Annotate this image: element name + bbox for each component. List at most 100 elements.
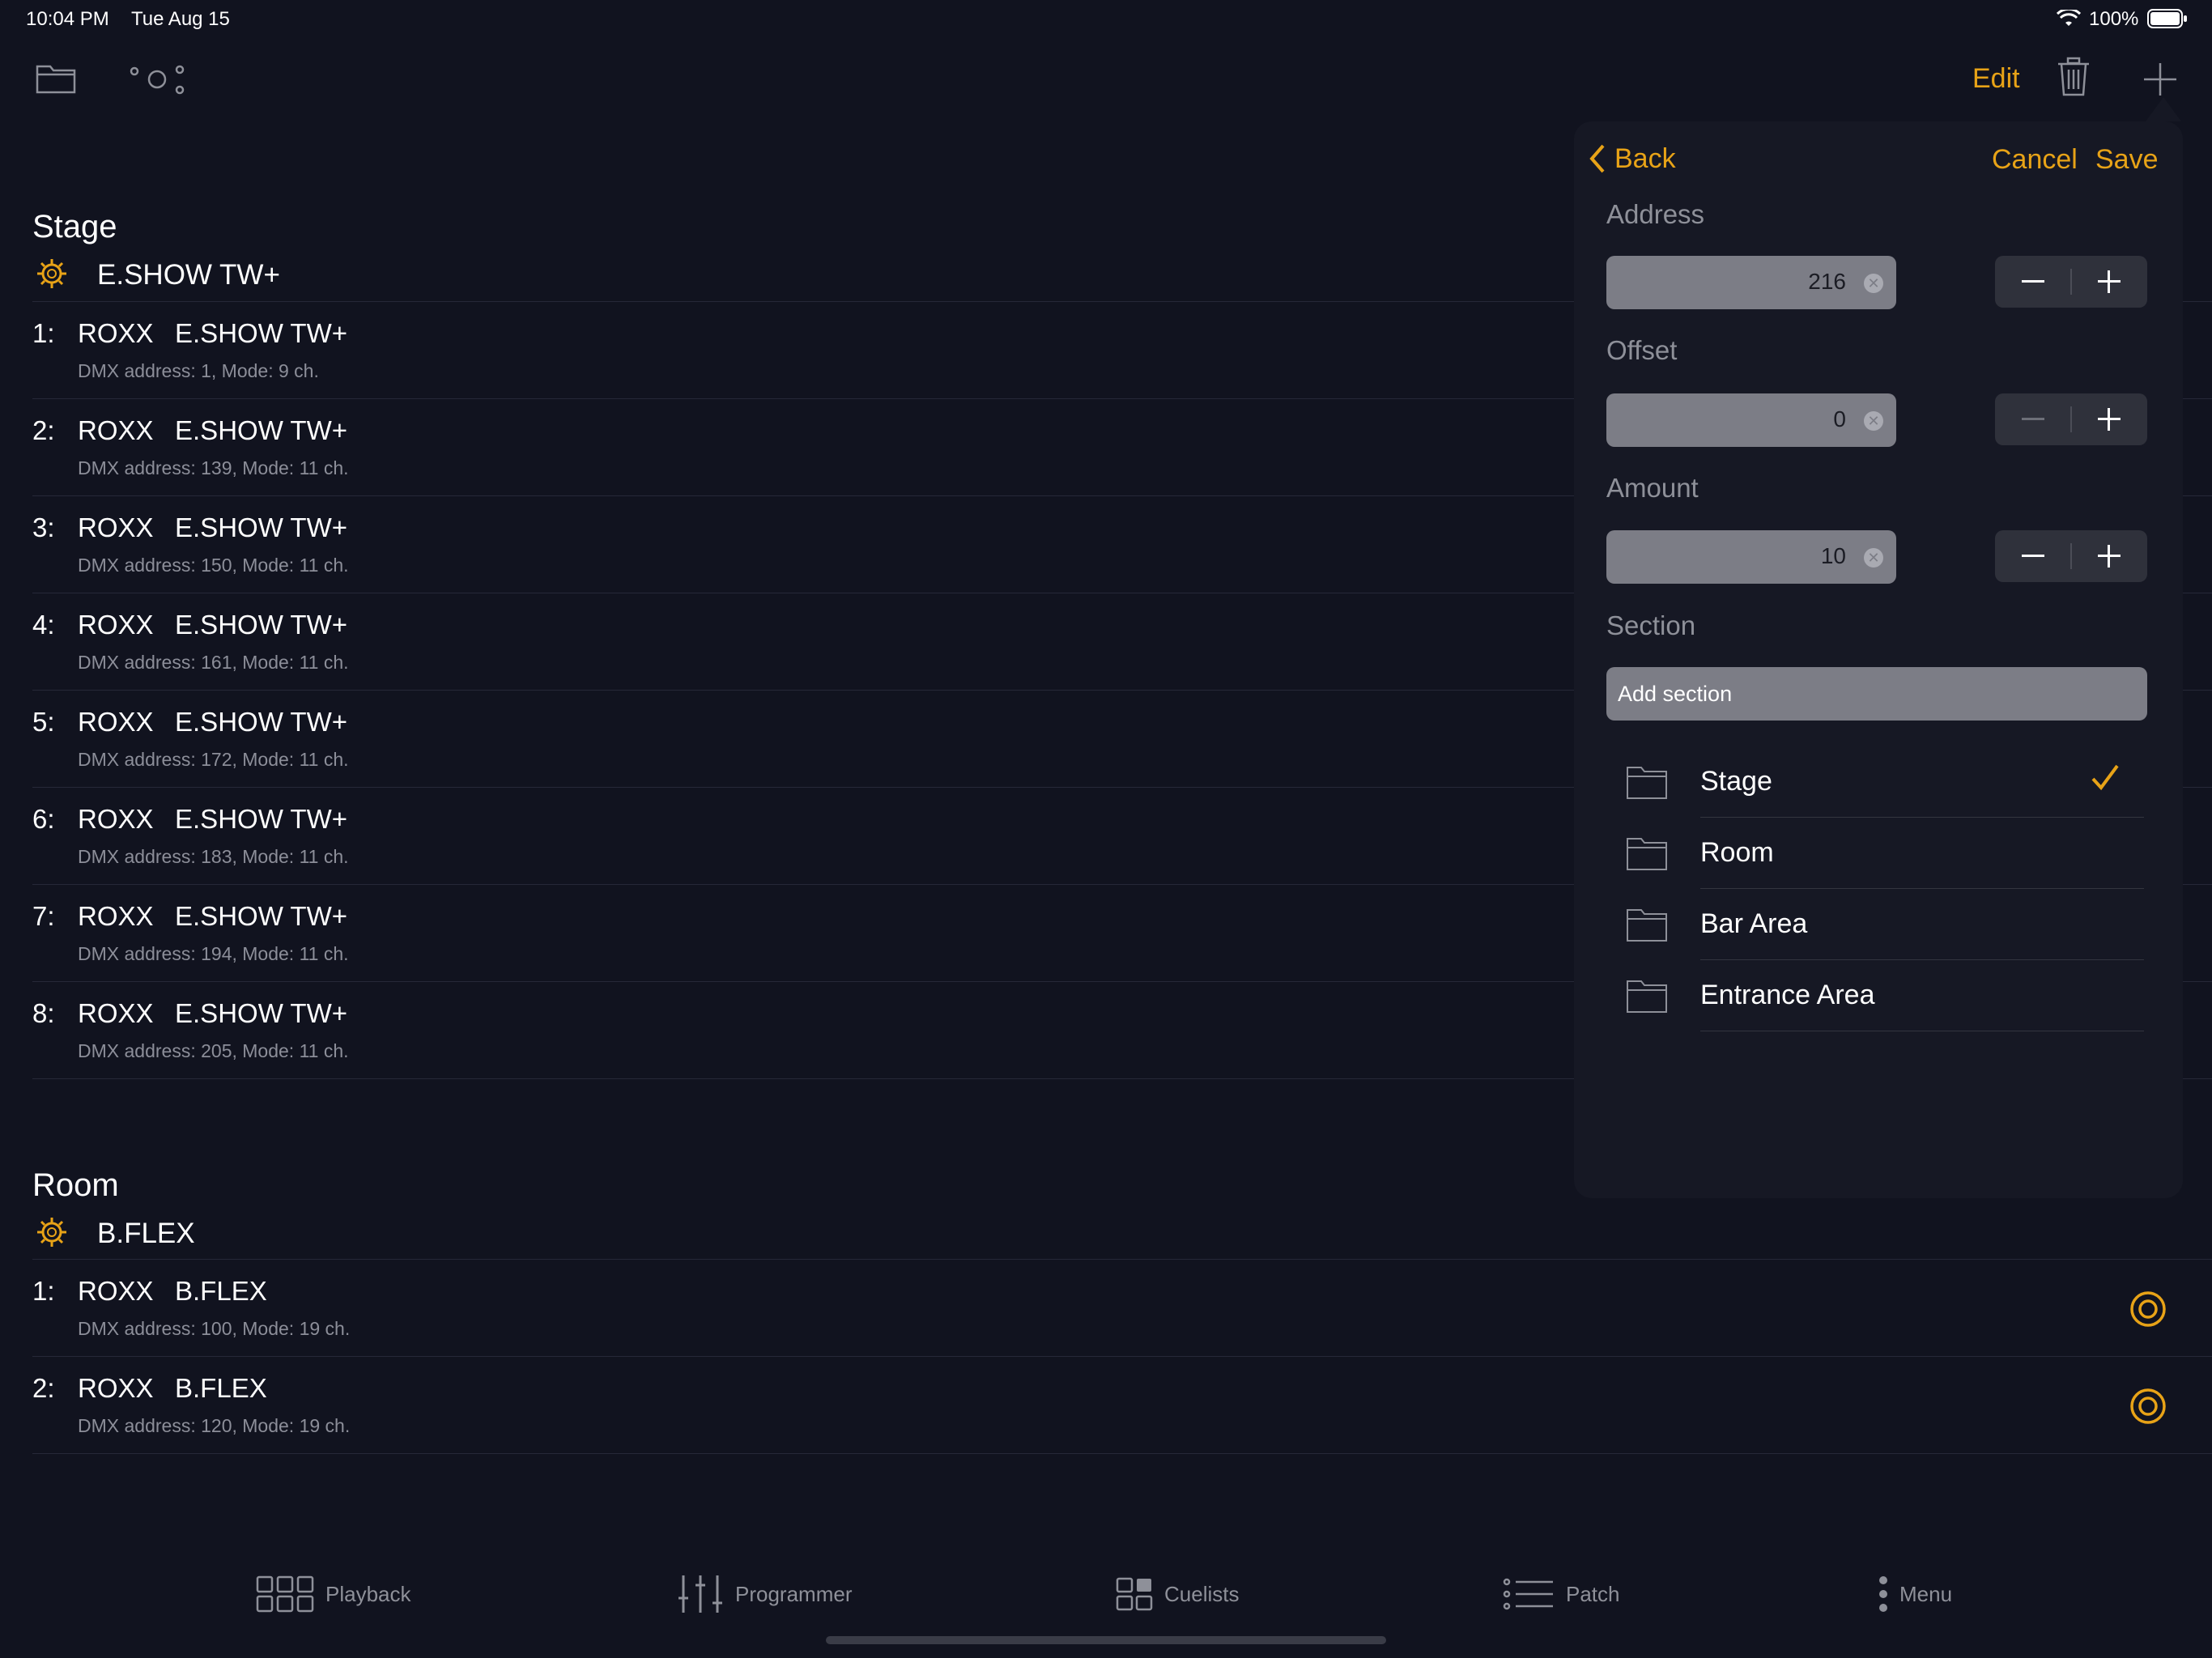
fixture-dmx-info: DMX address: 172, Mode: 11 ch.	[78, 749, 349, 770]
fixture-model: E.SHOW TW+	[175, 998, 347, 1028]
address-field[interactable]: 216 ✕	[1606, 256, 1896, 309]
address-label: Address	[1606, 199, 1705, 229]
tab-menu[interactable]: Menu	[1878, 1574, 1952, 1614]
tab-playback[interactable]: Playback	[256, 1574, 411, 1614]
fixture-model: E.SHOW TW+	[175, 707, 347, 737]
amount-stepper[interactable]	[1995, 530, 2147, 582]
edit-button[interactable]: Edit	[1972, 63, 2020, 95]
fixture-brand: ROXX	[78, 512, 154, 542]
target-icon[interactable]	[2129, 1388, 2167, 1429]
plus-icon[interactable]	[2071, 256, 2147, 308]
popover-arrow	[2146, 97, 2181, 121]
minus-icon[interactable]	[1995, 256, 2071, 308]
tab-label: Programmer	[735, 1581, 853, 1606]
clear-icon[interactable]: ✕	[1864, 548, 1883, 568]
chevron-left-icon	[1589, 144, 1605, 173]
section-option-label: Stage	[1700, 766, 1772, 797]
fixture-index: 2:	[32, 415, 55, 445]
section-option[interactable]: Stage	[1626, 746, 2144, 818]
fixture-brand: ROXX	[78, 1373, 154, 1403]
folder-icon	[1626, 978, 1668, 1018]
tab-label: Menu	[1899, 1581, 1953, 1606]
tab-label: Playback	[325, 1581, 411, 1606]
section-option[interactable]: Room	[1626, 818, 2144, 889]
fixture-model: E.SHOW TW+	[175, 901, 347, 931]
clear-icon[interactable]: ✕	[1864, 274, 1883, 293]
fixture-model: E.SHOW TW+	[175, 512, 347, 542]
cancel-button[interactable]: Cancel	[1992, 144, 2078, 176]
wifi-icon	[2056, 7, 2082, 32]
group-title-bflex: B.FLEX	[97, 1218, 195, 1249]
cuelists-icon	[1116, 1577, 1153, 1611]
tab-cuelists[interactable]: Cuelists	[1116, 1574, 1239, 1614]
fixture-dmx-info: DMX address: 120, Mode: 19 ch.	[78, 1415, 351, 1436]
amount-field[interactable]: 10 ✕	[1606, 530, 1896, 584]
fixture-index: 1:	[32, 318, 55, 348]
add-icon[interactable]	[2142, 62, 2178, 101]
address-value: 216	[1808, 269, 1846, 294]
offset-stepper[interactable]	[1995, 393, 2147, 445]
battery-icon	[2147, 8, 2188, 33]
trash-icon[interactable]	[2057, 57, 2091, 101]
tab-programmer[interactable]: Programmer	[677, 1574, 852, 1614]
amount-label: Amount	[1606, 473, 1699, 503]
target-icon[interactable]	[2129, 1290, 2167, 1332]
status-date: Tue Aug 15	[131, 8, 230, 30]
fixture-dmx-info: DMX address: 205, Mode: 11 ch.	[78, 1040, 349, 1061]
address-stepper[interactable]	[1995, 256, 2147, 308]
home-indicator	[826, 1636, 1386, 1644]
minus-icon[interactable]	[1995, 530, 2071, 582]
minus-icon[interactable]	[1995, 393, 2071, 445]
fixture-row[interactable]: 1: ROXX B.FLEX DMX address: 100, Mode: 19 c…	[32, 1260, 2212, 1357]
gear-icon[interactable]	[36, 257, 68, 294]
fixture-index: 5:	[32, 707, 55, 737]
gear-icon[interactable]	[36, 1216, 68, 1252]
tab-label: Patch	[1566, 1581, 1620, 1606]
section-option[interactable]: Bar Area	[1626, 889, 2144, 960]
fixture-model: E.SHOW TW+	[175, 804, 347, 834]
fixture-model: E.SHOW TW+	[175, 610, 347, 640]
more-icon	[1879, 1576, 1887, 1612]
fixture-model: E.SHOW TW+	[175, 415, 347, 445]
save-button[interactable]: Save	[2095, 144, 2159, 176]
section-title-stage: Stage	[32, 209, 117, 244]
offset-field[interactable]: 0 ✕	[1606, 393, 1896, 447]
clear-icon[interactable]: ✕	[1864, 411, 1883, 431]
section-option-label: Room	[1700, 837, 1774, 868]
fixture-model: B.FLEX	[175, 1276, 267, 1306]
fixtures-view-icon[interactable]	[128, 63, 186, 100]
fixture-dmx-info: DMX address: 161, Mode: 11 ch.	[78, 652, 349, 673]
amount-value: 10	[1820, 543, 1846, 568]
section-option[interactable]: Entrance Area	[1626, 960, 2144, 1031]
checkmark-icon	[2091, 763, 2120, 796]
folder-icon[interactable]	[36, 62, 76, 98]
grid-icon	[256, 1575, 314, 1613]
fixture-brand: ROXX	[78, 901, 154, 931]
add-section-input[interactable]: Add section	[1606, 667, 2147, 721]
fixture-brand: ROXX	[78, 318, 154, 348]
fixture-dmx-info: DMX address: 100, Mode: 19 ch.	[78, 1318, 351, 1339]
tab-patch[interactable]: Patch	[1503, 1574, 1620, 1614]
fixture-index: 2:	[32, 1373, 55, 1403]
back-button[interactable]: Back	[1587, 142, 1676, 175]
offset-label: Offset	[1606, 335, 1678, 365]
fixture-index: 4:	[32, 610, 55, 640]
fixture-index: 6:	[32, 804, 55, 834]
fixture-dmx-info: DMX address: 194, Mode: 11 ch.	[78, 943, 349, 964]
back-label: Back	[1614, 142, 1676, 174]
offset-value: 0	[1833, 406, 1846, 432]
plus-icon[interactable]	[2071, 530, 2147, 582]
fixture-index: 8:	[32, 998, 55, 1028]
fixture-row[interactable]: 2: ROXX B.FLEX DMX address: 120, Mode: 19 c…	[32, 1357, 2212, 1454]
fixture-index: 7:	[32, 901, 55, 931]
plus-icon[interactable]	[2071, 393, 2147, 445]
section-label: Section	[1606, 610, 1696, 640]
battery-percent: 100%	[2089, 8, 2139, 30]
fixture-model: B.FLEX	[175, 1373, 267, 1403]
add-section-placeholder: Add section	[1618, 682, 1733, 706]
fixture-brand: ROXX	[78, 998, 154, 1028]
fixture-model: E.SHOW TW+	[175, 318, 347, 348]
sliders-icon	[678, 1575, 722, 1613]
list-icon	[1503, 1578, 1553, 1610]
add-fixture-popover: Back Cancel Save Address 216 ✕ Offset 0 …	[1574, 121, 2183, 1198]
